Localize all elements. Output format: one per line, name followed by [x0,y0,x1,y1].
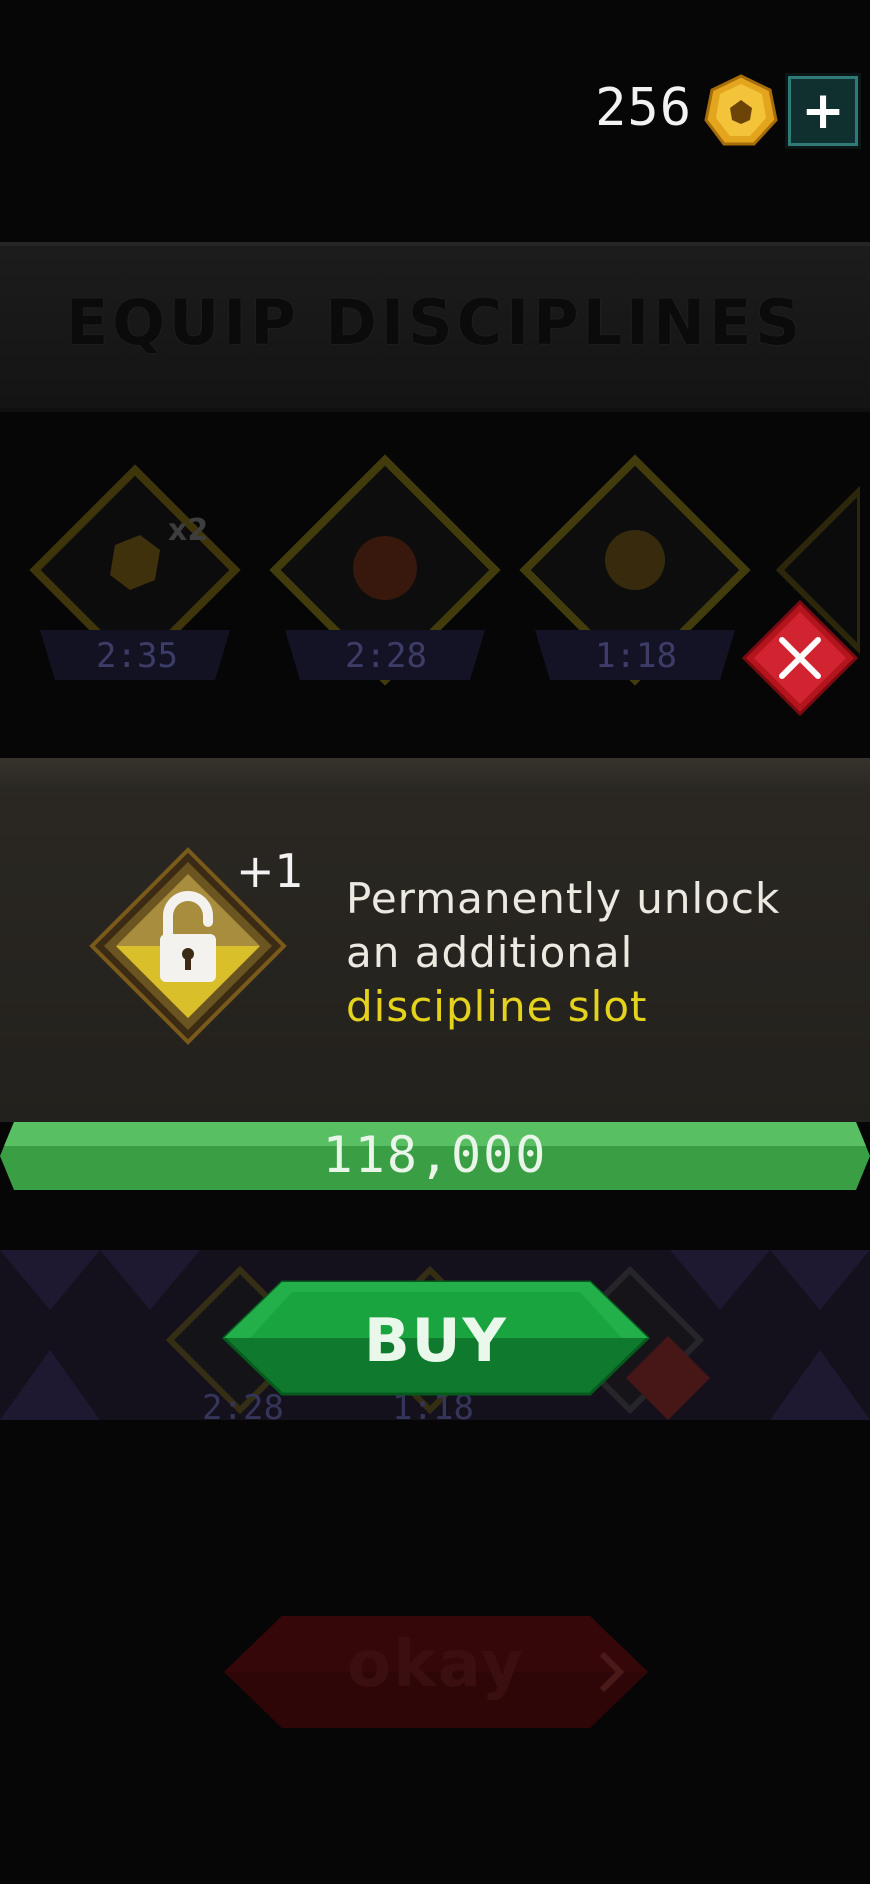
okay-label: okay [347,1628,525,1702]
slot-timer: 1:18 [595,636,677,676]
bonus-label: +1 [236,844,304,898]
buy-label: BUY [364,1306,508,1376]
close-button[interactable] [740,598,860,718]
price-label: 118,000 [322,1126,548,1184]
plus-icon: + [801,81,845,141]
gear-coin-icon [704,74,778,146]
add-currency-button[interactable]: + [785,73,861,149]
dialog-top-edge [0,758,870,788]
description-highlight: discipline slot [346,982,648,1031]
x2-badge: x2 [168,513,208,548]
slot-timer: 2:35 [96,636,178,676]
description-line: Permanently unlock [346,874,781,923]
description-line: an additional [346,928,634,977]
slot-timer: 2:28 [345,636,427,676]
page-title: EQUIP DISCIPLINES [65,286,805,359]
currency-amount: 256 [595,78,692,138]
